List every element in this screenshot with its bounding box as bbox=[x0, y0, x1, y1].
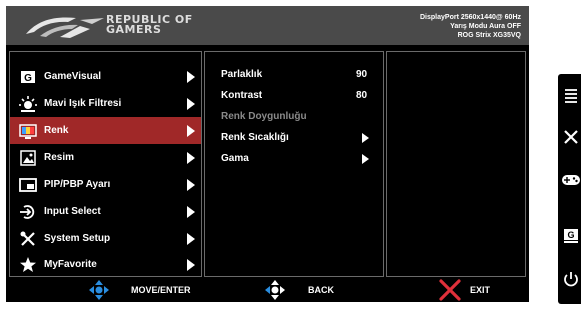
chevron-right-icon bbox=[362, 133, 369, 143]
move-enter-hint[interactable]: MOVE/ENTER bbox=[88, 278, 208, 302]
gameplus-hotkey-button[interactable] bbox=[558, 166, 581, 192]
brand-text: REPUBLIC OF GAMERS bbox=[106, 13, 193, 36]
signal-line-3: ROG Strix XG35VQ bbox=[457, 32, 521, 39]
submenu-item-label: Renk Sıcaklığı bbox=[221, 132, 289, 143]
move-enter-label: MOVE/ENTER bbox=[131, 285, 191, 295]
power-hotkey-button[interactable] bbox=[558, 266, 581, 292]
menu-hotkey-button[interactable] bbox=[558, 82, 581, 108]
submenu-item-color-temperature[interactable]: Renk Sıcaklığı bbox=[205, 128, 383, 148]
menu-item-color[interactable]: Renk bbox=[10, 117, 201, 144]
menu-item-input-select[interactable]: Input Select bbox=[10, 198, 201, 225]
osd-header: REPUBLIC OF GAMERS DisplayPort 2560x1440… bbox=[6, 6, 529, 45]
brightness-value: 90 bbox=[356, 69, 368, 80]
menu-item-image[interactable]: Resim bbox=[10, 144, 201, 171]
menu-item-label: System Setup bbox=[44, 233, 111, 244]
wrench-icon bbox=[20, 231, 35, 246]
chevron-right-icon bbox=[187, 233, 195, 245]
menu-item-label: Resim bbox=[44, 152, 75, 163]
chevron-right-icon bbox=[187, 152, 195, 164]
exit-hint[interactable]: EXIT bbox=[438, 278, 518, 302]
side-hotkey-bar: G bbox=[558, 74, 581, 304]
menu-item-label: Input Select bbox=[44, 206, 101, 217]
close-icon bbox=[564, 130, 578, 144]
submenu-item-brightness[interactable]: Parlaklık 90 bbox=[205, 65, 383, 85]
menu-item-label: MyFavorite bbox=[44, 259, 97, 270]
chevron-right-icon bbox=[187, 206, 195, 218]
contrast-value: 80 bbox=[356, 90, 368, 101]
chevron-right-icon bbox=[187, 98, 195, 110]
chevron-right-icon bbox=[362, 154, 369, 164]
submenu-item-label: Kontrast bbox=[221, 90, 263, 101]
gamevisual-shortcut-icon: G bbox=[564, 229, 578, 243]
signal-line-2: Yarış Modu Aura OFF bbox=[450, 23, 521, 30]
osd-footer: MOVE/ENTER BACK EXIT bbox=[6, 278, 529, 302]
blue-light-icon bbox=[19, 96, 37, 112]
submenu-item-label: Gama bbox=[221, 153, 249, 164]
input-icon bbox=[20, 205, 35, 219]
pip-icon bbox=[19, 178, 37, 192]
chevron-right-icon bbox=[187, 179, 195, 191]
image-icon bbox=[20, 150, 36, 166]
osd-panel: REPUBLIC OF GAMERS DisplayPort 2560x1440… bbox=[6, 6, 529, 302]
submenu-item-gamma[interactable]: Gama bbox=[205, 149, 383, 169]
submenu-item-label: Parlaklık bbox=[221, 69, 263, 80]
signal-line-1: DisplayPort 2560x1440@ 60Hz bbox=[420, 14, 521, 21]
submenu-item-label: Renk Doygunluğu bbox=[221, 111, 307, 122]
power-icon bbox=[564, 272, 578, 287]
menu-item-label: PIP/PBP Ayarı bbox=[44, 179, 111, 190]
back-label: BACK bbox=[308, 285, 334, 295]
menu-icon bbox=[565, 89, 577, 103]
signal-info: DisplayPort 2560x1440@ 60Hz Yarış Modu A… bbox=[420, 13, 521, 40]
exit-x-icon bbox=[439, 279, 461, 301]
menu-item-gamevisual[interactable]: G GameVisual bbox=[10, 63, 201, 90]
close-hotkey-button[interactable] bbox=[558, 124, 581, 150]
svg-text:G: G bbox=[24, 73, 32, 84]
joystick-move-icon bbox=[89, 280, 109, 300]
chevron-right-icon bbox=[187, 125, 195, 137]
option-panel bbox=[386, 51, 526, 277]
menu-item-myfavorite[interactable]: MyFavorite bbox=[10, 251, 201, 278]
menu-item-system-setup[interactable]: System Setup bbox=[10, 225, 201, 252]
exit-label: EXIT bbox=[470, 285, 491, 295]
back-hint[interactable]: BACK bbox=[264, 278, 344, 302]
menu-item-label: GameVisual bbox=[44, 71, 102, 82]
menu-item-label: Renk bbox=[44, 125, 69, 136]
gamevisual-hotkey-button[interactable]: G bbox=[558, 222, 581, 248]
menu-item-label: Mavi Işık Filtresi bbox=[44, 98, 122, 109]
menu-item-pip-pbp[interactable]: PIP/PBP Ayarı bbox=[10, 171, 201, 198]
svg-text:G: G bbox=[567, 230, 574, 240]
chevron-right-icon bbox=[187, 259, 195, 271]
color-icon bbox=[19, 124, 37, 139]
submenu-item-saturation: Renk Doygunluğu bbox=[205, 107, 383, 127]
submenu-panel: Parlaklık 90 Kontrast 80 Renk Doygunluğu… bbox=[204, 51, 384, 277]
main-menu: G GameVisual Mavi Işık Filtresi Renk Res… bbox=[9, 51, 202, 277]
gamevisual-icon: G bbox=[21, 71, 35, 84]
joystick-back-icon bbox=[265, 280, 285, 300]
menu-item-blue-light-filter[interactable]: Mavi Işık Filtresi bbox=[10, 90, 201, 117]
chevron-right-icon bbox=[187, 71, 195, 83]
star-icon bbox=[20, 257, 36, 272]
submenu-item-contrast[interactable]: Kontrast 80 bbox=[205, 86, 383, 106]
gamepad-icon bbox=[562, 175, 580, 185]
